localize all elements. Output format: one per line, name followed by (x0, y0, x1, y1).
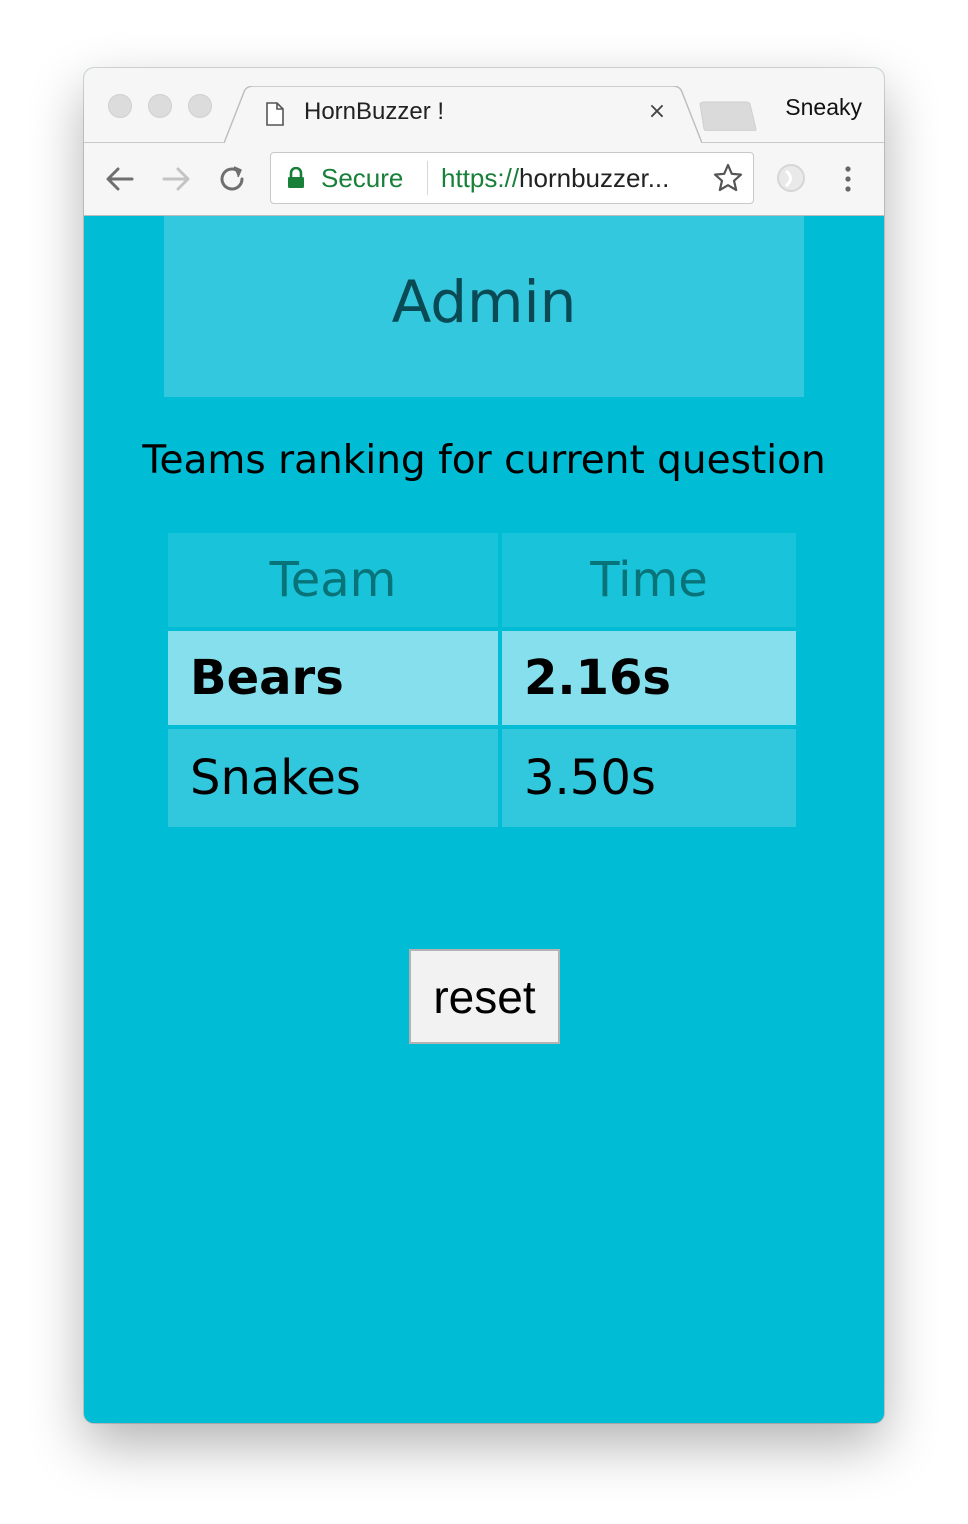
url-text: https://hornbuzzer... (441, 163, 669, 194)
time-cell: 3.50s (502, 729, 796, 827)
browser-toolbar: Secure https://hornbuzzer... (84, 143, 884, 216)
zoom-window-button[interactable] (188, 94, 212, 118)
ranking-subtitle: Teams ranking for current question (142, 438, 826, 483)
close-window-button[interactable] (108, 94, 132, 118)
admin-header: Admin (164, 216, 804, 397)
lock-icon (288, 167, 304, 188)
page-content: Admin Teams ranking for current question… (84, 216, 884, 1423)
tab-title: HornBuzzer ! (304, 98, 445, 125)
table-row: Snakes 3.50s (168, 729, 796, 827)
new-tab-button[interactable] (698, 101, 758, 131)
secure-label: Secure (321, 163, 404, 193)
tab-strip: HornBuzzer ! × Sneaky (84, 68, 884, 143)
url-host: hornbuzzer... (519, 163, 670, 193)
table-row: Bears 2.16s (168, 631, 796, 729)
column-header-time: Time (502, 533, 796, 631)
table-header-row: Team Time (168, 533, 796, 631)
address-bar[interactable]: Secure https://hornbuzzer... (270, 152, 754, 204)
url-scheme: https:// (441, 163, 520, 193)
profile-name[interactable]: Sneaky (785, 94, 862, 121)
team-cell: Snakes (168, 729, 502, 827)
team-cell: Bears (168, 631, 502, 729)
browser-window: HornBuzzer ! × Sneaky Secure https://hor… (84, 68, 884, 1423)
page-title: Admin (391, 268, 577, 336)
ranking-table: Team Time Bears 2.16s Snakes 3.50s (168, 533, 796, 827)
back-arrow-icon[interactable] (102, 161, 138, 197)
reload-icon[interactable] (214, 161, 250, 197)
tab-close-icon[interactable]: × (646, 101, 668, 123)
column-header-team: Team (168, 533, 502, 631)
document-icon (266, 102, 284, 126)
extension-icon[interactable] (774, 161, 808, 195)
time-cell: 2.16s (502, 631, 796, 729)
reset-button[interactable]: reset (409, 949, 560, 1044)
address-divider (427, 161, 428, 195)
forward-arrow-icon[interactable] (158, 161, 194, 197)
active-tab[interactable] (224, 86, 702, 143)
bookmark-star-icon[interactable] (713, 163, 743, 193)
kebab-menu-icon[interactable] (836, 163, 860, 195)
minimize-window-button[interactable] (148, 94, 172, 118)
